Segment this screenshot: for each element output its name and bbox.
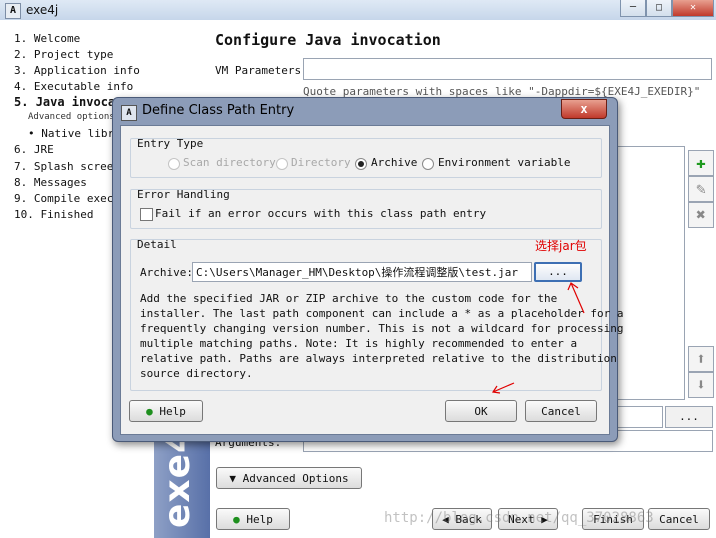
vm-parameters-input[interactable] <box>303 58 712 80</box>
sidebar-item-compile-executable[interactable]: 9. Compile execu <box>14 192 120 205</box>
environment-variable-label: Environment variable <box>438 156 571 169</box>
sidebar-item-messages[interactable]: 8. Messages <box>14 176 87 189</box>
detail-description: Add the specified JAR or ZIP archive to … <box>140 292 624 380</box>
detail-title: Detail <box>137 238 177 251</box>
archive-radio-label: Archive <box>371 156 418 169</box>
maximize-button[interactable]: □ <box>646 0 672 17</box>
dialog-body: Entry Type Scan directory Directory Arch… <box>120 125 624 435</box>
entry-type-title: Entry Type <box>137 137 204 150</box>
help-icon: ● <box>233 513 240 526</box>
dialog-help-button[interactable]: ● Help <box>129 400 203 422</box>
error-handling-title: Error Handling <box>137 188 230 201</box>
sidebar-advanced-options-label: Advanced options: <box>28 112 121 122</box>
window-title: exe4j <box>26 3 59 17</box>
ok-button[interactable]: OK <box>445 400 517 422</box>
dialog-title: Define Class Path Entry <box>142 103 295 118</box>
window-close-button[interactable]: ✕ <box>672 0 714 17</box>
dialog-app-icon: A <box>121 105 137 121</box>
sidebar-item-executable-info[interactable]: 4. Executable info <box>14 80 133 93</box>
scan-directory-label: Scan directory <box>183 156 276 169</box>
sidebar-item-native-libraries[interactable]: • Native libra <box>28 127 121 140</box>
main-browse-button[interactable]: ... <box>665 406 713 428</box>
directory-label: Directory <box>291 156 351 169</box>
fail-on-error-label: Fail if an error occurs with this class … <box>155 207 487 220</box>
scan-directory-radio[interactable] <box>168 158 180 170</box>
archive-label: Archive: <box>140 266 193 279</box>
cancel-button[interactable]: Cancel <box>648 508 710 530</box>
watermark: http://blog.csdn.net/qq_37028863 <box>384 510 654 526</box>
define-class-path-dialog: A Define Class Path Entry x Entry Type S… <box>112 97 624 442</box>
help-icon: ● <box>146 405 153 418</box>
dialog-titlebar: A Define Class Path Entry x <box>113 98 617 125</box>
edit-entry-icon[interactable]: ✎ <box>688 176 714 202</box>
sidebar-item-splash-screen[interactable]: 7. Splash screen <box>14 160 120 173</box>
archive-browse-button[interactable]: ... <box>534 262 582 282</box>
vm-parameters-label: VM Parameters: <box>215 64 308 77</box>
fail-on-error-checkbox[interactable] <box>140 208 153 221</box>
sidebar-item-welcome[interactable]: 1. Welcome <box>14 32 80 45</box>
minimize-button[interactable]: ─ <box>620 0 646 17</box>
window-titlebar: A exe4j ─ □ ✕ <box>0 0 716 21</box>
annotation-select-jar: 选择jar包 <box>535 239 587 253</box>
directory-radio[interactable] <box>276 158 288 170</box>
dialog-cancel-button[interactable]: Cancel <box>525 400 597 422</box>
sidebar-item-jre[interactable]: 6. JRE <box>14 143 54 156</box>
triangle-down-icon: ▼ <box>229 472 237 485</box>
move-up-icon[interactable]: ⬆ <box>688 346 714 372</box>
advanced-options-button[interactable]: ▼ Advanced Options <box>216 467 362 489</box>
archive-path-input[interactable]: C:\Users\Manager_HM\Desktop\操作流程调整版\test… <box>192 262 532 282</box>
sidebar-item-java-invocation[interactable]: 5. Java invoca <box>14 95 115 109</box>
sidebar-item-application-info[interactable]: 3. Application info <box>14 64 140 77</box>
remove-entry-icon[interactable]: ✖ <box>688 202 714 228</box>
move-down-icon[interactable]: ⬇ <box>688 372 714 398</box>
sidebar-item-finished[interactable]: 10. Finished <box>14 208 93 221</box>
page-title: Configure Java invocation <box>215 31 441 49</box>
dialog-close-button[interactable]: x <box>561 99 607 119</box>
environment-variable-radio[interactable] <box>422 158 434 170</box>
help-button[interactable]: ● Help <box>216 508 290 530</box>
sidebar-item-project-type[interactable]: 2. Project type <box>14 48 113 61</box>
add-entry-icon[interactable]: ✚ <box>688 150 714 176</box>
app-icon: A <box>5 3 21 19</box>
archive-radio[interactable] <box>355 158 367 170</box>
